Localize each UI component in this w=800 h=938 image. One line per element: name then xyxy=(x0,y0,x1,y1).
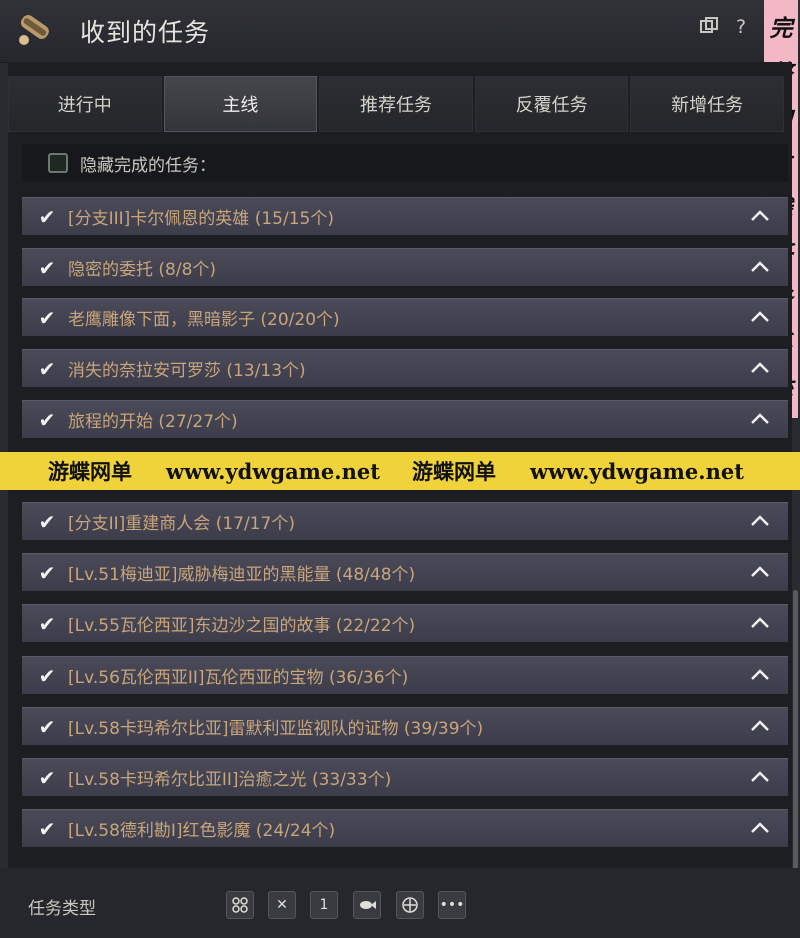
quest-row[interactable]: ✔ [Lv.56瓦伦西亚II]瓦伦西亚的宝物 (36/36个) xyxy=(22,656,788,694)
quest-title: [Lv.51梅迪亚]威胁梅迪亚的黑能量 (48/48个) xyxy=(68,565,416,585)
side-banner-char: 完 xyxy=(769,15,793,43)
quest-title: 隐密的委托 (8/8个) xyxy=(68,260,217,280)
more-filter-icon[interactable]: ••• xyxy=(438,891,466,919)
quest-row[interactable]: ✔ 隐密的委托 (8/8个) xyxy=(22,248,788,286)
checkmark-icon: ✔ xyxy=(38,663,56,688)
quest-title: [分支III]卡尔佩恩的英雄 (15/15个) xyxy=(68,209,334,229)
ad-site-name: 游蝶网单 xyxy=(412,459,496,484)
help-icon[interactable]: ? xyxy=(730,16,752,38)
hide-completed-label: 隐藏完成的任务： xyxy=(80,155,216,176)
quest-row[interactable]: ✔ [Lv.58卡玛希尔比亚]雷默利亚监视队的证物 (39/39个) xyxy=(22,707,788,745)
combat-filter-icon[interactable] xyxy=(226,891,254,919)
number-one-filter-icon[interactable]: 1 xyxy=(310,891,338,919)
ad-banner: 游蝶网单 www.ydwgame.net 游蝶网单 www.ydwgame.ne… xyxy=(0,452,800,490)
chevron-up-icon[interactable] xyxy=(746,614,774,633)
scrollbar[interactable] xyxy=(793,590,798,870)
quest-row[interactable]: ✔ [Lv.58卡玛希尔比亚II]治癒之光 (33/33个) xyxy=(22,758,788,796)
quest-row[interactable]: ✔ [分支II]重建商人会 (17/17个) xyxy=(22,502,788,540)
tab-recommended[interactable]: 推荐任务 xyxy=(319,76,473,132)
popout-icon[interactable] xyxy=(698,16,720,38)
quest-row[interactable]: ✔ [Lv.51梅迪亚]威胁梅迪亚的黑能量 (48/48个) xyxy=(22,553,788,591)
chevron-up-icon[interactable] xyxy=(746,819,774,838)
quest-title: 旅程的开始 (27/27个) xyxy=(68,412,238,432)
chevron-up-icon[interactable] xyxy=(746,258,774,277)
checkmark-icon: ✔ xyxy=(38,765,56,790)
crossed-swords-filter-icon[interactable]: ✕ xyxy=(268,891,296,919)
checkmark-icon: ✔ xyxy=(38,204,56,229)
quest-title: 老鹰雕像下面，黑暗影子 (20/20个) xyxy=(68,310,340,330)
quest-title: [分支II]重建商人会 (17/17个) xyxy=(68,514,295,534)
checkmark-icon: ✔ xyxy=(38,305,56,330)
footer: 任务类型 ✕ 1 ••• xyxy=(0,868,800,938)
quest-row[interactable]: ✔ 消失的奈拉安可罗莎 (13/13个) xyxy=(22,349,788,387)
quest-row[interactable]: ✔ [分支III]卡尔佩恩的英雄 (15/15个) xyxy=(22,197,788,235)
checkmark-icon: ✔ xyxy=(38,714,56,739)
quest-row[interactable]: ✔ [Lv.55瓦伦西亚]东边沙之国的故事 (22/22个) xyxy=(22,604,788,642)
compass-filter-icon[interactable] xyxy=(396,891,424,919)
hide-completed-row: 隐藏完成的任务： xyxy=(22,144,788,182)
quest-row[interactable]: ✔ [Lv.58德利勘I]红色影魔 (24/24个) xyxy=(22,809,788,847)
quest-title: [Lv.58德利勘I]红色影魔 (24/24个) xyxy=(68,821,336,841)
chevron-up-icon[interactable] xyxy=(746,666,774,685)
tab-main-story[interactable]: 主线 xyxy=(163,76,318,132)
quest-title: [Lv.56瓦伦西亚II]瓦伦西亚的宝物 (36/36个) xyxy=(68,668,409,688)
window-title: 收到的任务 xyxy=(80,18,211,47)
ad-url: www.ydwgame.net xyxy=(166,458,380,484)
quest-title: 消失的奈拉安可罗莎 (13/13个) xyxy=(68,361,306,381)
tab-new[interactable]: 新增任务 xyxy=(630,76,784,132)
chevron-up-icon[interactable] xyxy=(746,512,774,531)
chevron-up-icon[interactable] xyxy=(746,717,774,736)
chevron-up-icon[interactable] xyxy=(746,563,774,582)
fish-filter-icon[interactable] xyxy=(353,891,381,919)
chevron-up-icon[interactable] xyxy=(746,207,774,226)
quest-title: [Lv.58卡玛希尔比亚II]治癒之光 (33/33个) xyxy=(68,770,392,790)
tab-in-progress[interactable]: 进行中 xyxy=(8,76,162,132)
quest-row[interactable]: ✔ 老鹰雕像下面，黑暗影子 (20/20个) xyxy=(22,298,788,336)
ad-site-name: 游蝶网单 xyxy=(48,459,132,484)
title-bar: 收到的任务 ? xyxy=(0,0,800,63)
tab-repeat[interactable]: 反覆任务 xyxy=(474,76,629,132)
hide-completed-checkbox[interactable] xyxy=(48,153,68,173)
ad-url: www.ydwgame.net xyxy=(530,458,744,484)
quest-row[interactable]: ✔ 旅程的开始 (27/27个) xyxy=(22,400,788,438)
checkmark-icon: ✔ xyxy=(38,356,56,381)
checkmark-icon: ✔ xyxy=(38,509,56,534)
checkmark-icon: ✔ xyxy=(38,816,56,841)
chevron-up-icon[interactable] xyxy=(746,359,774,378)
chevron-up-icon[interactable] xyxy=(746,410,774,429)
quest-type-label: 任务类型 xyxy=(28,899,96,919)
checkmark-icon: ✔ xyxy=(38,611,56,636)
scroll-icon xyxy=(14,10,54,50)
checkmark-icon: ✔ xyxy=(38,407,56,432)
quest-title: [Lv.58卡玛希尔比亚]雷默利亚监视队的证物 (39/39个) xyxy=(68,719,484,739)
chevron-up-icon[interactable] xyxy=(746,768,774,787)
checkmark-icon: ✔ xyxy=(38,255,56,280)
quest-title: [Lv.55瓦伦西亚]东边沙之国的故事 (22/22个) xyxy=(68,616,416,636)
checkmark-icon: ✔ xyxy=(38,560,56,585)
chevron-up-icon[interactable] xyxy=(746,308,774,327)
tab-bar: 进行中 主线 推荐任务 反覆任务 新增任务 xyxy=(8,76,784,132)
